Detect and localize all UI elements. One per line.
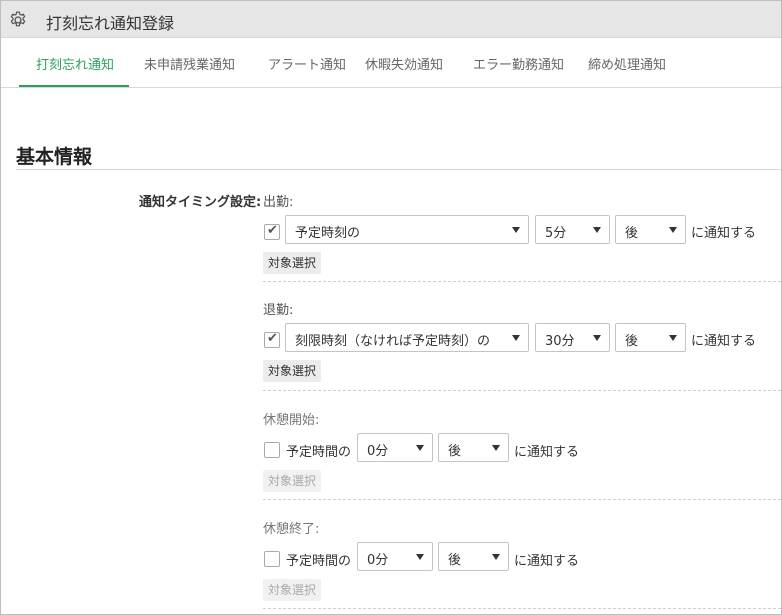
divider bbox=[263, 281, 781, 282]
chevron-down-icon bbox=[593, 335, 601, 341]
chevron-down-icon bbox=[492, 445, 500, 451]
clock-out-offset-select[interactable]: 30分 bbox=[535, 323, 610, 352]
break-end-direction-select[interactable]: 後 bbox=[438, 542, 509, 571]
break-end-offset-select[interactable]: 0分 bbox=[357, 542, 433, 571]
gear-icon bbox=[10, 11, 26, 27]
clock-in-group: 出勤: ✔ 予定時刻の 5分 後 に通知する 対象選択 bbox=[263, 191, 781, 294]
break-end-label: 休憩終了: bbox=[263, 522, 320, 537]
chevron-down-icon bbox=[512, 335, 520, 341]
clock-in-offset-select[interactable]: 5分 bbox=[535, 215, 610, 244]
break-end-offset-value: 0分 bbox=[367, 553, 389, 568]
section-divider bbox=[16, 169, 781, 170]
clock-out-base-select[interactable]: 刻限時刻（なければ予定時刻）の bbox=[285, 323, 529, 352]
chevron-down-icon bbox=[593, 227, 601, 233]
clock-in-offset-value: 5分 bbox=[545, 226, 567, 241]
break-end-group: 休憩終了: 予定時間の 0分 後 に通知する 対象選択 bbox=[263, 518, 781, 614]
chevron-down-icon bbox=[416, 554, 424, 560]
notification-timing-label: 通知タイミング設定: bbox=[139, 195, 262, 210]
break-start-target-select-button[interactable]: 対象選択 bbox=[263, 470, 322, 492]
divider bbox=[263, 608, 781, 609]
break-end-checkbox[interactable] bbox=[264, 551, 280, 567]
tab-error-attendance-notice[interactable]: エラー勤務通知 bbox=[473, 54, 564, 73]
clock-in-direction-select[interactable]: 後 bbox=[615, 215, 686, 244]
break-start-offset-select[interactable]: 0分 bbox=[357, 433, 433, 462]
clock-out-label: 退勤: bbox=[263, 303, 294, 318]
window-title: 打刻忘れ通知登録 bbox=[46, 14, 175, 33]
clock-in-direction-value: 後 bbox=[625, 226, 639, 241]
break-end-prefix: 予定時間の bbox=[286, 554, 352, 569]
check-icon: ✔ bbox=[267, 331, 278, 346]
window: 打刻忘れ通知登録 打刻忘れ通知 未申請残業通知 アラート通知 休暇失効通知 エラ… bbox=[0, 0, 782, 615]
clock-out-direction-value: 後 bbox=[625, 334, 639, 349]
chevron-down-icon bbox=[512, 227, 520, 233]
tab-leave-expiry-notice[interactable]: 休暇失効通知 bbox=[365, 54, 443, 73]
chevron-down-icon bbox=[416, 445, 424, 451]
clock-in-base-value: 予定時刻の bbox=[295, 226, 361, 241]
break-start-checkbox[interactable] bbox=[264, 442, 280, 458]
chevron-down-icon bbox=[669, 335, 677, 341]
tab-closing-process-notice[interactable]: 締め処理通知 bbox=[588, 54, 666, 73]
section-title: 基本情報 bbox=[16, 146, 93, 168]
divider bbox=[263, 499, 781, 500]
clock-in-target-select-button[interactable]: 対象選択 bbox=[263, 252, 322, 274]
clock-out-target-select-button[interactable]: 対象選択 bbox=[263, 360, 322, 382]
tab-bar: 打刻忘れ通知 未申請残業通知 アラート通知 休暇失効通知 エラー勤務通知 締め処… bbox=[1, 38, 781, 88]
break-start-direction-value: 後 bbox=[448, 444, 462, 459]
clock-in-label: 出勤: bbox=[263, 195, 294, 210]
break-end-suffix: に通知する bbox=[514, 554, 580, 569]
clock-in-suffix: に通知する bbox=[691, 226, 757, 241]
tab-unapplied-overtime-notice[interactable]: 未申請残業通知 bbox=[144, 54, 235, 73]
clock-out-suffix: に通知する bbox=[691, 334, 757, 349]
break-end-direction-value: 後 bbox=[448, 553, 462, 568]
clock-out-offset-value: 30分 bbox=[545, 334, 575, 349]
check-icon: ✔ bbox=[267, 223, 278, 238]
clock-out-base-value: 刻限時刻（なければ予定時刻）の bbox=[295, 334, 491, 349]
divider bbox=[263, 390, 781, 391]
tab-alert-notice[interactable]: アラート通知 bbox=[268, 54, 346, 73]
chevron-down-icon bbox=[669, 227, 677, 233]
title-bar: 打刻忘れ通知登録 bbox=[1, 1, 781, 38]
clock-in-checkbox[interactable]: ✔ bbox=[264, 223, 280, 240]
break-start-label: 休憩開始: bbox=[263, 413, 320, 428]
break-start-suffix: に通知する bbox=[514, 445, 580, 460]
break-start-offset-value: 0分 bbox=[367, 444, 389, 459]
clock-out-checkbox[interactable]: ✔ bbox=[264, 331, 280, 348]
tab-punch-forget-notice[interactable]: 打刻忘れ通知 bbox=[36, 54, 114, 73]
clock-out-group: 退勤: ✔ 刻限時刻（なければ予定時刻）の 30分 後 に通知する 対象選択 bbox=[263, 299, 781, 399]
break-end-target-select-button[interactable]: 対象選択 bbox=[263, 579, 322, 601]
break-start-group: 休憩開始: 予定時間の 0分 後 に通知する 対象選択 bbox=[263, 409, 781, 512]
chevron-down-icon bbox=[492, 554, 500, 560]
break-start-direction-select[interactable]: 後 bbox=[438, 433, 509, 462]
active-tab-indicator bbox=[19, 85, 129, 87]
clock-out-direction-select[interactable]: 後 bbox=[615, 323, 686, 352]
clock-in-base-select[interactable]: 予定時刻の bbox=[285, 215, 529, 244]
break-start-prefix: 予定時間の bbox=[286, 445, 352, 460]
